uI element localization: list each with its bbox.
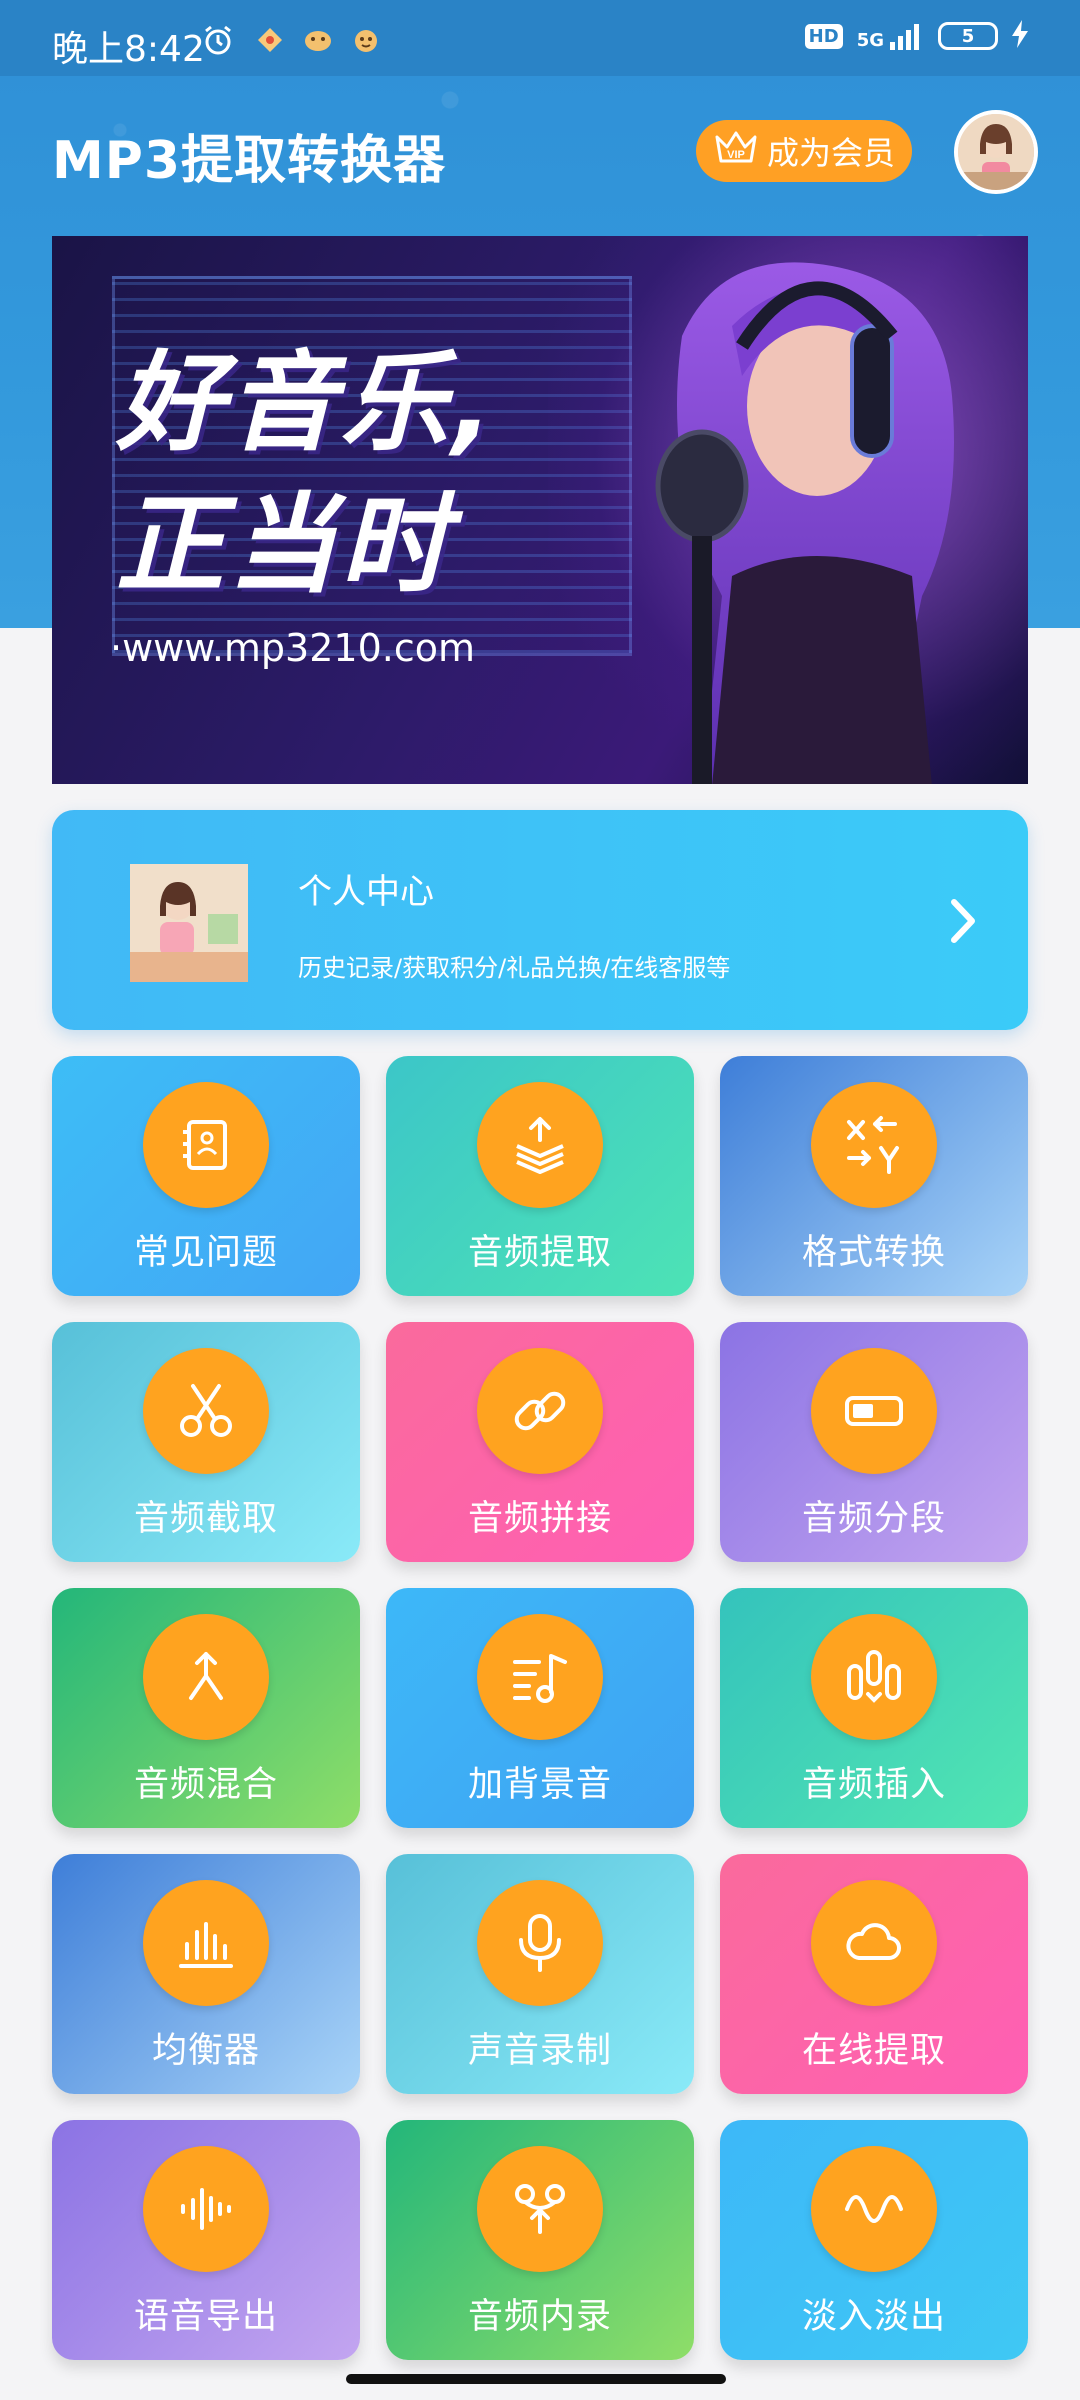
app-notification-icon	[348, 22, 384, 58]
status-right-group: HD 5G 5	[804, 20, 1028, 52]
tile-label: 声音录制	[467, 2031, 612, 2071]
charging-icon	[1012, 20, 1028, 52]
waveform-icon	[143, 2146, 269, 2272]
tile-label: 音频拼接	[467, 1499, 612, 1539]
sine-wave-icon	[811, 2146, 937, 2272]
equalizer-icon	[143, 1880, 269, 2006]
extract-layers-icon	[477, 1082, 603, 1208]
battery-icon: 5	[938, 22, 998, 50]
promo-banner[interactable]: 好音乐, 正当时 ·www.mp3210.com	[52, 236, 1028, 784]
tile-label: 格式转换	[801, 1233, 946, 1273]
microphone-icon	[477, 1880, 603, 2006]
personal-center-subtitle: 历史记录/获取积分/礼品兑换/在线客服等	[298, 954, 731, 982]
music-note-icon	[477, 1614, 603, 1740]
app-notification-icon	[252, 22, 288, 58]
scissors-icon	[143, 1348, 269, 1474]
tile-internal-record[interactable]: 音频内录	[386, 2120, 694, 2360]
svg-text:VIP: VIP	[727, 149, 745, 161]
insert-bars-icon	[811, 1614, 937, 1740]
tile-format-convert[interactable]: 格式转换	[720, 1056, 1028, 1296]
cloud-icon	[811, 1880, 937, 2006]
tile-voice-export[interactable]: 语音导出	[52, 2120, 360, 2360]
format-convert-icon	[811, 1082, 937, 1208]
tile-audio-segment[interactable]: 音频分段	[720, 1322, 1028, 1562]
banner-headline-line1: 好音乐,	[116, 341, 498, 466]
alarm-icon	[200, 22, 236, 58]
tile-label: 音频内录	[467, 2297, 612, 2337]
home-indicator[interactable]	[346, 2374, 726, 2384]
tile-label: 在线提取	[801, 2031, 946, 2071]
internal-record-icon	[477, 2146, 603, 2272]
faq-book-icon	[143, 1082, 269, 1208]
banner-headline-line2: 正当时	[116, 483, 453, 608]
tile-label: 语音导出	[133, 2297, 278, 2337]
tile-label: 音频分段	[801, 1499, 946, 1539]
banner-singer-illustration	[655, 262, 955, 784]
personal-center-title: 个人中心	[298, 872, 434, 912]
app-screen: 晚上8:42 HD 5G 5 MP3提取转换器 VIP 成为会员 好音乐, 正当…	[0, 0, 1080, 2400]
tile-label: 音频插入	[801, 1765, 946, 1805]
link-chain-icon	[477, 1348, 603, 1474]
signal-icon: 5G	[857, 22, 924, 50]
avatar[interactable]	[954, 110, 1038, 194]
become-member-button[interactable]: VIP 成为会员	[696, 120, 912, 182]
app-notification-icon	[300, 22, 336, 58]
banner-url: ·www.mp3210.com	[110, 626, 475, 670]
tile-fade-in-out[interactable]: 淡入淡出	[720, 2120, 1028, 2360]
profile-thumbnail	[130, 864, 248, 982]
tile-add-background-music[interactable]: 加背景音	[386, 1588, 694, 1828]
tile-faq[interactable]: 常见问题	[52, 1056, 360, 1296]
tile-label: 音频截取	[133, 1499, 278, 1539]
personal-center-card[interactable]: 个人中心 历史记录/获取积分/礼品兑换/在线客服等	[52, 810, 1028, 1030]
hd-badge: HD	[804, 23, 843, 49]
tile-label: 淡入淡出	[801, 2297, 946, 2337]
tile-voice-record[interactable]: 声音录制	[386, 1854, 694, 2094]
status-bar: 晚上8:42 HD 5G 5	[0, 0, 1080, 76]
tile-audio-trim[interactable]: 音频截取	[52, 1322, 360, 1562]
tile-label: 加背景音	[467, 1765, 612, 1805]
segment-toggle-icon	[811, 1348, 937, 1474]
tile-label: 均衡器	[151, 2031, 260, 2071]
merge-arrow-icon	[143, 1614, 269, 1740]
tile-label: 常见问题	[133, 1233, 278, 1273]
tile-equalizer[interactable]: 均衡器	[52, 1854, 360, 2094]
app-title: MP3提取转换器	[52, 131, 447, 191]
tile-audio-mix[interactable]: 音频混合	[52, 1588, 360, 1828]
tile-audio-join[interactable]: 音频拼接	[386, 1322, 694, 1562]
tile-audio-insert[interactable]: 音频插入	[720, 1588, 1028, 1828]
network-label: 5G	[856, 30, 884, 51]
vip-crown-icon: VIP	[713, 127, 759, 175]
tile-label: 音频提取	[467, 1233, 612, 1273]
status-time: 晚上8:42	[52, 29, 205, 70]
tile-online-extract[interactable]: 在线提取	[720, 1854, 1028, 2094]
chevron-right-icon	[936, 894, 990, 948]
become-member-label: 成为会员	[766, 134, 895, 172]
tile-audio-extract[interactable]: 音频提取	[386, 1056, 694, 1296]
tile-label: 音频混合	[133, 1765, 278, 1805]
